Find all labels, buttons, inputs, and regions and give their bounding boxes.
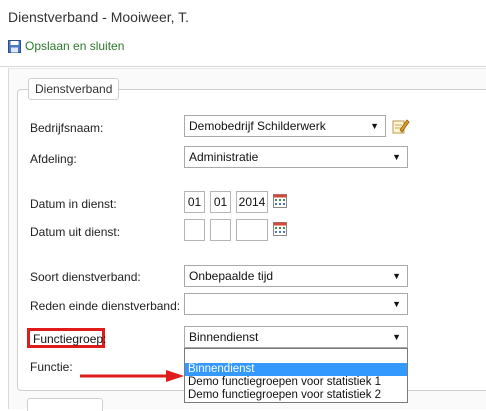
functie-label: Functie:: [30, 360, 73, 374]
datum-uit-year-input[interactable]: [236, 219, 268, 241]
chevron-down-icon: ▼: [392, 299, 401, 309]
calendar-icon[interactable]: [273, 222, 287, 239]
datum-in-day-input[interactable]: 01: [184, 191, 205, 213]
functiegroep-value: Binnendienst: [189, 330, 259, 344]
calendar-icon[interactable]: [273, 194, 287, 211]
dropdown-option-demo-1[interactable]: Demo functiegroepen voor statistiek 1: [185, 376, 407, 389]
bedrijfsnaam-value: Demobedrijf Schilderwerk: [189, 119, 326, 133]
datum-in-year-input[interactable]: 2014: [236, 191, 268, 213]
datum-in-month-input[interactable]: 01: [210, 191, 231, 213]
dropdown-option-demo-2[interactable]: Demo functiegroepen voor statistiek 2: [185, 389, 407, 402]
bedrijfsnaam-label: Bedrijfsnaam:: [30, 121, 104, 135]
save-icon: [8, 39, 21, 53]
chevron-down-icon: ▼: [392, 271, 401, 281]
datum-uit-dienst-label: Datum uit dienst:: [30, 225, 121, 239]
reden-einde-label: Reden einde dienstverband:: [30, 299, 181, 313]
save-and-close-label: Opslaan en sluiten: [25, 39, 125, 53]
chevron-down-icon: ▼: [392, 332, 401, 342]
arrow-icon: [80, 370, 184, 385]
edit-icon[interactable]: [392, 117, 410, 138]
soort-dienstverband-label: Soort dienstverband:: [30, 270, 141, 284]
soort-dienstverband-value: Onbepaalde tijd: [189, 269, 274, 283]
save-and-close-link[interactable]: Opslaan en sluiten: [8, 39, 124, 53]
functiegroep-highlight: Functiegroep:: [27, 328, 107, 348]
chevron-down-icon: ▼: [370, 121, 379, 131]
soort-dienstverband-select[interactable]: Onbepaalde tijd ▼: [184, 265, 408, 287]
header-divider: [0, 66, 486, 67]
reden-einde-select[interactable]: ▼: [184, 293, 408, 315]
datum-uit-month-input[interactable]: [210, 219, 231, 241]
afdeling-value: Administratie: [189, 150, 259, 164]
bedrijfsnaam-select[interactable]: Demobedrijf Schilderwerk ▼: [184, 115, 386, 137]
functiegroep-label: Functiegroep:: [33, 332, 107, 346]
dropdown-option-empty[interactable]: [185, 350, 407, 363]
dropdown-option-binnendienst[interactable]: Binnendienst: [185, 363, 407, 376]
fieldset-legend: Dienstverband: [28, 78, 120, 100]
datum-uit-day-input[interactable]: [184, 219, 205, 241]
afdeling-label: Afdeling:: [30, 152, 77, 166]
next-fieldset-legend: [27, 398, 103, 411]
functiegroep-dropdown-list: Binnendienst Demo functiegroepen voor st…: [184, 348, 408, 403]
chevron-down-icon: ▼: [392, 152, 401, 162]
window-title: Dienstverband - Mooiweer, T.: [8, 9, 190, 25]
afdeling-select[interactable]: Administratie ▼: [184, 146, 408, 168]
datum-in-dienst-label: Datum in dienst:: [30, 197, 117, 211]
functiegroep-select[interactable]: Binnendienst ▼: [184, 326, 408, 348]
